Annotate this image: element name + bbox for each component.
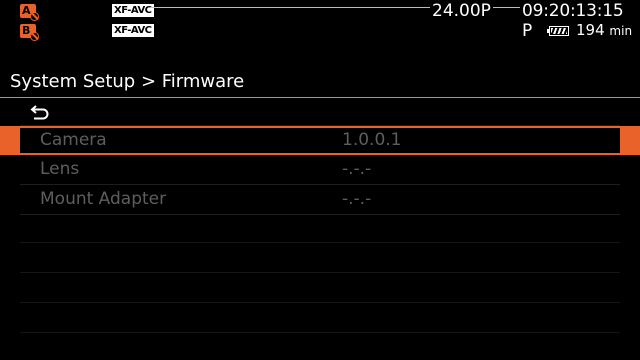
mount-adapter-firmware-version: -.-.-	[342, 189, 372, 209]
battery-unit: min	[609, 24, 633, 38]
recording-format-a-badge: XF-AVC	[112, 4, 154, 17]
title-divider	[0, 97, 640, 98]
lens-label: Lens	[40, 159, 80, 179]
card-slot-a-prohibited-icon: A	[20, 4, 39, 21]
menu-breadcrumb-title: System Setup > Firmware	[10, 71, 245, 92]
selection-cursor	[20, 128, 620, 153]
camera-menu-screen: A B XF-AVC XF-AVC 24.00P 09:20:13:15 P 1…	[0, 0, 640, 360]
recording-format-b-badge: XF-AVC	[112, 24, 154, 37]
firmware-list: Camera 1.0.0.1 Lens -.-.- Mount Adapter …	[0, 126, 640, 215]
frame-rate-readout: 24.00P	[430, 1, 493, 21]
battery-remaining: 194 min	[576, 21, 632, 40]
camera-label: Camera	[40, 130, 107, 150]
list-item-lens[interactable]: Lens -.-.-	[20, 155, 620, 185]
back-row[interactable]	[20, 99, 620, 126]
list-item-camera[interactable]: Camera 1.0.0.1	[0, 126, 640, 155]
battery-minutes: 194	[576, 21, 605, 39]
empty-list-area	[20, 213, 620, 333]
camera-firmware-version: 1.0.0.1	[342, 130, 402, 150]
list-item-mount-adapter[interactable]: Mount Adapter -.-.-	[20, 185, 620, 215]
lens-firmware-version: -.-.-	[342, 159, 372, 179]
return-arrow-icon[interactable]	[30, 103, 50, 121]
battery-icon	[547, 26, 569, 36]
mount-adapter-label: Mount Adapter	[40, 189, 167, 209]
card-slot-b-prohibited-icon: B	[20, 24, 39, 41]
status-bar: A B XF-AVC XF-AVC 24.00P 09:20:13:15 P 1…	[0, 0, 640, 44]
